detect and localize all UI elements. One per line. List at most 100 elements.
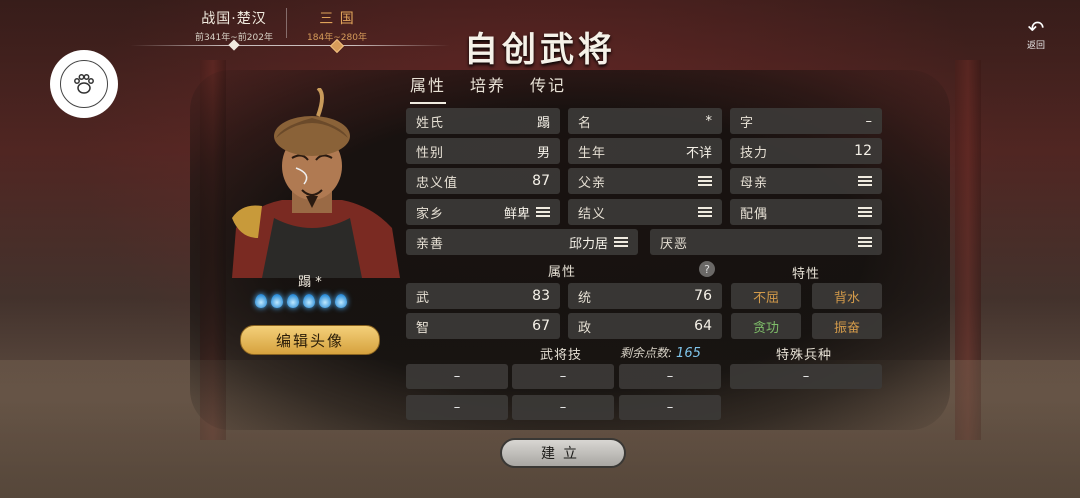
- field-label: 配偶: [740, 206, 769, 222]
- attr-label: 武: [416, 290, 431, 306]
- likes-field[interactable]: 亲善 邱力居: [406, 229, 638, 255]
- hometown-field[interactable]: 家乡 鲜卑: [406, 199, 560, 225]
- general-portrait: [222, 86, 402, 278]
- field-label: 性别: [416, 145, 445, 161]
- field-label: 生年: [578, 145, 607, 161]
- skill-slot[interactable]: –: [619, 395, 721, 420]
- water-drop-icon: [255, 294, 267, 308]
- attr-label: 政: [578, 320, 593, 336]
- water-drop-icon: [287, 294, 299, 308]
- given-name-field[interactable]: 名 *: [568, 108, 722, 134]
- gender-field[interactable]: 性别 男: [406, 138, 560, 164]
- avatar-button[interactable]: [50, 50, 118, 118]
- field-value: 邱力居: [568, 236, 608, 252]
- attr-intelligence[interactable]: 智 67: [406, 313, 560, 339]
- attr-value: 83: [532, 288, 550, 304]
- field-label: 厌恶: [660, 236, 689, 252]
- field-label: 母亲: [740, 175, 769, 191]
- skill-slot[interactable]: –: [406, 364, 508, 389]
- surname-field[interactable]: 姓氏 蹋: [406, 108, 560, 134]
- special-troop-slot[interactable]: –: [730, 364, 882, 389]
- menu-icon[interactable]: [614, 235, 628, 249]
- skill-slot[interactable]: –: [619, 364, 721, 389]
- water-drop-icon: [271, 294, 283, 308]
- remaining-value: 165: [676, 346, 701, 361]
- back-button[interactable]: ↶ 返回: [1018, 18, 1054, 51]
- general-name: 蹋 *: [298, 275, 322, 290]
- tab-bar: 属性 培养 传记: [410, 72, 566, 104]
- remaining-points: 剩余点数: 165: [620, 344, 701, 361]
- special-troop-header: 特殊兵种: [776, 348, 833, 363]
- tab-training[interactable]: 培养: [470, 72, 506, 104]
- attr-value: 76: [694, 288, 712, 304]
- field-value: 12: [854, 143, 872, 159]
- field-label: 父亲: [578, 175, 607, 191]
- field-label: 姓氏: [416, 115, 445, 131]
- era-name: 战国·楚汉: [201, 11, 267, 27]
- paw-icon: [60, 60, 108, 108]
- field-value: 男: [536, 145, 550, 161]
- field-value: –: [865, 113, 873, 129]
- skill-slot[interactable]: –: [406, 395, 508, 420]
- page-title: 自创武将: [464, 30, 616, 70]
- era-divider: [286, 8, 287, 38]
- menu-icon[interactable]: [698, 174, 712, 188]
- menu-icon[interactable]: [536, 205, 550, 219]
- field-value: 鲜卑: [503, 206, 530, 222]
- skills-header: 武将技: [540, 348, 583, 363]
- field-value: 不详: [685, 145, 712, 161]
- create-button[interactable]: 建立: [500, 438, 626, 468]
- water-drop-icon: [335, 294, 347, 308]
- menu-icon[interactable]: [858, 235, 872, 249]
- sworn-sibling-field[interactable]: 结义: [568, 199, 722, 225]
- field-label: 亲善: [416, 236, 445, 252]
- edit-avatar-button[interactable]: 编辑头像: [240, 325, 380, 355]
- back-label: 返回: [1026, 41, 1045, 51]
- field-label: 家乡: [416, 206, 445, 222]
- attr-value: 67: [532, 318, 550, 334]
- menu-icon[interactable]: [858, 174, 872, 188]
- menu-icon[interactable]: [698, 205, 712, 219]
- dislikes-field[interactable]: 厌恶: [650, 229, 882, 255]
- trait-item[interactable]: 不屈: [731, 283, 801, 309]
- attr-martial[interactable]: 武 83: [406, 283, 560, 309]
- field-value: *: [705, 113, 713, 129]
- attr-value: 64: [694, 318, 712, 334]
- attr-label: 统: [578, 290, 593, 306]
- trait-item[interactable]: 背水: [812, 283, 882, 309]
- courtesy-name-field[interactable]: 字 –: [730, 108, 882, 134]
- attr-leadership[interactable]: 统 76: [568, 283, 722, 309]
- field-label: 结义: [578, 206, 607, 222]
- mother-field[interactable]: 母亲: [730, 168, 882, 194]
- back-arrow-icon: ↶: [1027, 16, 1045, 40]
- potential-drops: [255, 294, 347, 308]
- trait-item[interactable]: 贪功: [731, 313, 801, 339]
- tab-attributes[interactable]: 属性: [410, 72, 447, 104]
- field-value: 蹋: [536, 115, 550, 131]
- tab-biography[interactable]: 传记: [530, 72, 566, 104]
- era-three-kingdoms[interactable]: 三 国 184年~280年: [292, 8, 382, 43]
- era-name: 三 国: [319, 11, 355, 27]
- birth-year-field[interactable]: 生年 不详: [568, 138, 722, 164]
- traits-header: 特性: [792, 267, 821, 282]
- trait-item[interactable]: 振奋: [812, 313, 882, 339]
- attr-politics[interactable]: 政 64: [568, 313, 722, 339]
- skill-slot[interactable]: –: [512, 395, 614, 420]
- field-label: 字: [740, 115, 755, 131]
- remaining-label: 剩余点数:: [620, 346, 673, 360]
- skill-slot[interactable]: –: [512, 364, 614, 389]
- father-field[interactable]: 父亲: [568, 168, 722, 194]
- field-label: 技力: [740, 145, 769, 161]
- era-warring-states[interactable]: 战国·楚汉 前341年~前202年: [186, 8, 282, 43]
- loyalty-field[interactable]: 忠义值 87: [406, 168, 560, 194]
- water-drop-icon: [319, 294, 331, 308]
- attr-label: 智: [416, 320, 431, 336]
- field-value: 87: [532, 173, 550, 189]
- menu-icon[interactable]: [858, 205, 872, 219]
- skill-points-field: 技力 12: [730, 138, 882, 164]
- help-icon[interactable]: ?: [699, 261, 715, 277]
- water-drop-icon: [303, 294, 315, 308]
- spouse-field[interactable]: 配偶: [730, 199, 882, 225]
- era-timeline-line: [130, 45, 450, 46]
- field-label: 名: [578, 115, 593, 131]
